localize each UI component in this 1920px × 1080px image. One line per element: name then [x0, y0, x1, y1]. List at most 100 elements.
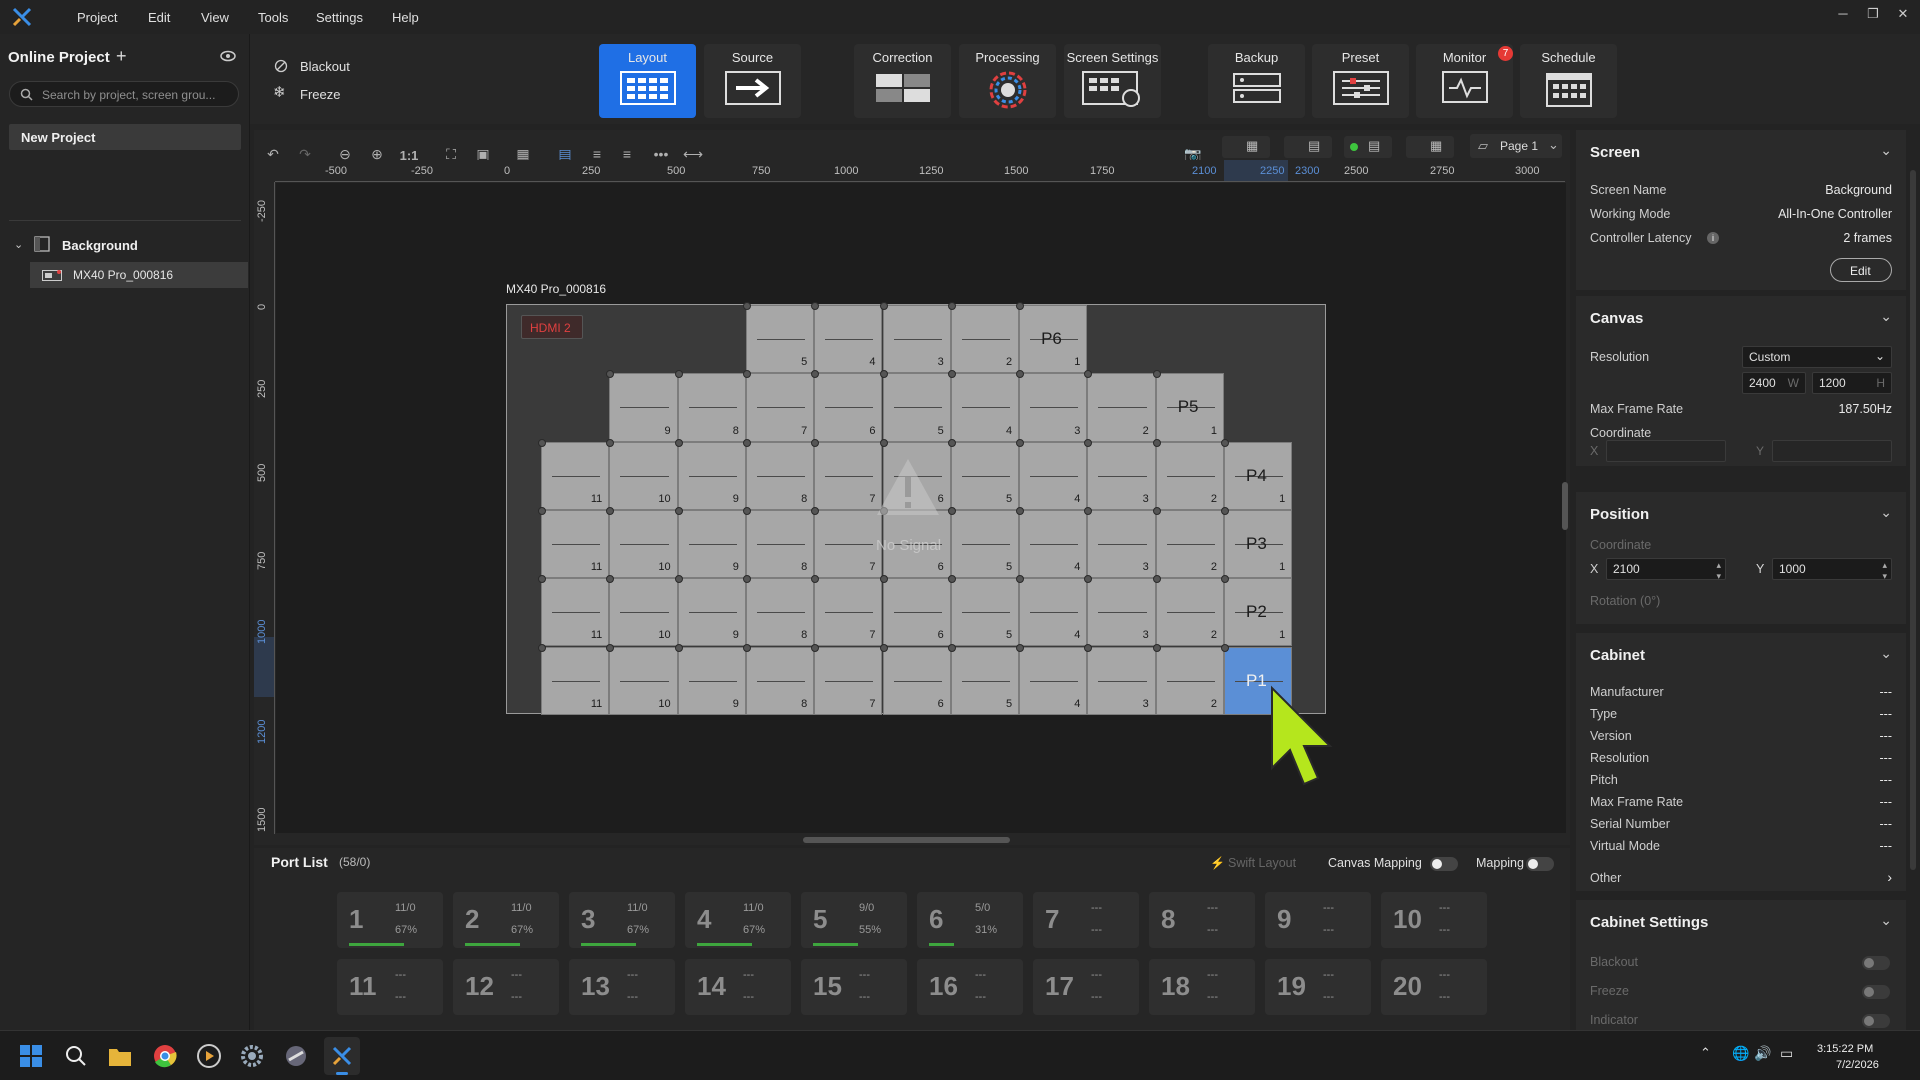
cabinet[interactable]: 9: [674, 506, 746, 579]
chevron-down-icon[interactable]: ⌄: [1880, 645, 1892, 662]
view-toggle-3[interactable]: ▤: [1344, 136, 1392, 158]
port-tile[interactable]: 15 --- ---: [801, 959, 907, 1015]
port-tile[interactable]: 16 --- ---: [917, 959, 1023, 1015]
settings-gear-icon[interactable]: [240, 1044, 264, 1068]
cabinet[interactable]: 3: [1084, 438, 1156, 510]
port-tile[interactable]: 12 --- ---: [453, 959, 559, 1015]
cabinet[interactable]: 2: [1152, 506, 1224, 579]
app-icon[interactable]: [284, 1044, 308, 1068]
horizontal-scrollbar[interactable]: [803, 837, 1010, 843]
tab-correction[interactable]: Correction: [854, 44, 951, 118]
cabinet[interactable]: 11: [538, 643, 610, 715]
tab-source[interactable]: Source: [704, 44, 801, 118]
cabinet[interactable]: 9: [674, 438, 746, 510]
cab-freeze-toggle[interactable]: [1862, 985, 1890, 999]
cabinet[interactable]: 5: [947, 643, 1020, 715]
cabinet[interactable]: 11: [538, 506, 610, 579]
add-project-icon[interactable]: +: [116, 46, 127, 67]
cabinet[interactable]: 5: [947, 438, 1020, 510]
position-x-input[interactable]: 2100 ▴ ▾: [1606, 558, 1726, 582]
restore-icon[interactable]: ❐: [1863, 6, 1883, 26]
cabinet[interactable]: 11: [538, 438, 610, 510]
cabinet[interactable]: 5: [947, 506, 1020, 579]
menu-help[interactable]: Help: [392, 10, 419, 25]
port-tile[interactable]: 7 --- ---: [1033, 892, 1139, 948]
cabinet[interactable]: 2: [1084, 370, 1156, 442]
view-toggle-4[interactable]: ▦: [1406, 136, 1454, 158]
active-app-tile[interactable]: [324, 1037, 360, 1075]
port-tile[interactable]: 3 11/0 67%: [569, 892, 675, 948]
windows-start-icon[interactable]: [20, 1045, 42, 1067]
port-tile[interactable]: 19 --- ---: [1265, 959, 1371, 1015]
new-project-item[interactable]: New Project: [9, 124, 241, 150]
cabinet[interactable]: 4: [811, 302, 883, 374]
port-tile[interactable]: 14 --- ---: [685, 959, 791, 1015]
clock-time[interactable]: 3:15:22 PM: [1817, 1043, 1873, 1055]
tab-layout[interactable]: Layout: [599, 44, 696, 118]
swift-layout-button[interactable]: Swift Layout: [1228, 856, 1296, 870]
height-input[interactable]: 1200 H: [1812, 372, 1892, 394]
position-y-input[interactable]: 1000 ▴ ▾: [1772, 558, 1892, 581]
page-select[interactable]: ▱ Page 1 ⌄: [1470, 134, 1562, 158]
menu-view[interactable]: View: [201, 10, 229, 25]
cabinet[interactable]: 3: [1084, 643, 1156, 715]
cabinet[interactable]: 6: [811, 370, 883, 442]
cabinet[interactable]: 4: [1016, 506, 1088, 579]
cabinet[interactable]: 2: [947, 302, 1020, 374]
view-toggle-1[interactable]: ▦: [1222, 136, 1270, 158]
tab-screen-settings[interactable]: Screen Settings: [1064, 44, 1161, 118]
tray-chevron-icon[interactable]: ⌃: [1700, 1045, 1711, 1061]
width-input[interactable]: 2400 W: [1742, 372, 1806, 394]
cabinet[interactable]: 5: [879, 370, 951, 442]
mapping-toggle[interactable]: [1526, 857, 1554, 871]
chevron-down-icon[interactable]: ⌄: [1880, 142, 1892, 159]
cab-indicator-toggle[interactable]: [1862, 1014, 1890, 1028]
cabinet[interactable]: 3: [1084, 506, 1156, 579]
cabinet[interactable]: 11: [538, 575, 610, 647]
cabinet[interactable]: 7: [811, 575, 883, 647]
port-tile[interactable]: 10 --- ---: [1381, 892, 1487, 948]
port-tile[interactable]: 1 11/0 67%: [337, 892, 443, 948]
cabinet[interactable]: 9: [674, 575, 746, 647]
cabinet[interactable]: 9: [674, 643, 746, 715]
tab-schedule[interactable]: Schedule: [1520, 44, 1617, 118]
stepper-icon[interactable]: ▴ ▾: [1716, 560, 1721, 582]
cabinet[interactable]: 10: [606, 506, 678, 579]
cabinet[interactable]: 10: [606, 643, 678, 715]
resolution-select[interactable]: Custom ⌄: [1742, 346, 1892, 368]
tree-child-item[interactable]: MX40 Pro_000816: [30, 262, 248, 288]
cabinet[interactable]: 10: [606, 438, 678, 510]
media-player-icon[interactable]: [197, 1044, 221, 1068]
panel-scrollbar[interactable]: [1910, 170, 1916, 870]
freeze-button[interactable]: Freeze: [300, 87, 340, 102]
file-explorer-icon[interactable]: [108, 1045, 132, 1067]
cabinet[interactable]: 4: [1016, 438, 1088, 510]
cabinet[interactable]: 4: [1016, 575, 1088, 647]
cabinet[interactable]: 7: [811, 506, 883, 579]
cabinet[interactable]: 6: [879, 575, 951, 647]
cabinet[interactable]: 8: [742, 643, 815, 715]
search-icon[interactable]: [65, 1045, 87, 1067]
clock-date[interactable]: 7/2/2026: [1836, 1059, 1879, 1071]
cabinet[interactable]: 3: [1084, 575, 1156, 647]
port-tile[interactable]: 8 --- ---: [1149, 892, 1255, 948]
port-tile[interactable]: 11 --- ---: [337, 959, 443, 1015]
cabinet[interactable]: 9: [606, 370, 678, 442]
cabinet[interactable]: 8: [742, 575, 815, 647]
tab-preset[interactable]: Preset: [1312, 44, 1409, 118]
cabinet[interactable]: 2: [1152, 575, 1224, 647]
tree-root-label[interactable]: Background: [62, 238, 138, 253]
info-icon[interactable]: i: [1707, 232, 1719, 244]
port-tile[interactable]: 4 11/0 67%: [685, 892, 791, 948]
led-screen[interactable]: 5 4 3 2 1 P6 9 8 7 6 5 4 3 2 1 P5 11 10 9 8 7 6 5 4 3 2 1 P4 11 10 9 8 7…: [506, 302, 1326, 715]
cabinet[interactable]: 6: [879, 643, 951, 715]
menu-edit[interactable]: Edit: [148, 10, 170, 25]
port-tile[interactable]: 20 --- ---: [1381, 959, 1487, 1015]
cabinet[interactable]: 7: [742, 370, 815, 442]
close-icon[interactable]: ✕: [1893, 6, 1913, 26]
cabinet[interactable]: 10: [606, 575, 678, 647]
canvas-mapping-toggle[interactable]: [1430, 857, 1458, 871]
cabinet[interactable]: 4: [1016, 643, 1088, 715]
chevron-down-icon[interactable]: ⌄: [1880, 308, 1892, 325]
blackout-button[interactable]: Blackout: [300, 59, 350, 74]
